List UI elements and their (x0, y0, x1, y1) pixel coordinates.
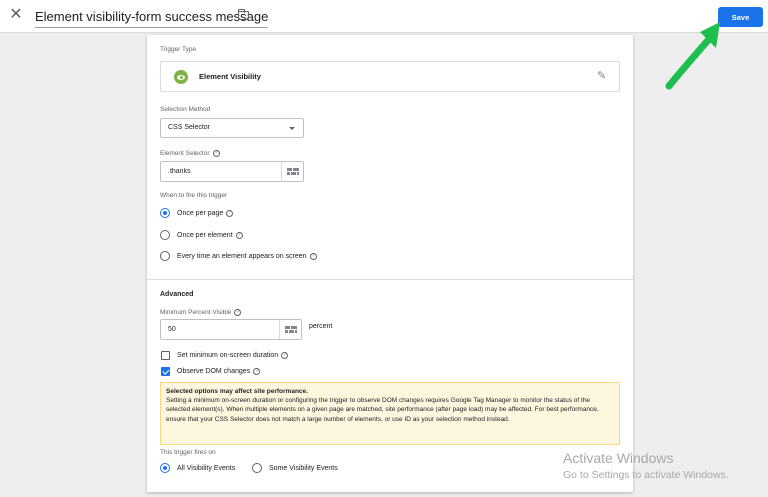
radio-label: Some Visibility Events (269, 464, 338, 472)
radio-all-visibility-events[interactable]: All Visibility Events (160, 463, 235, 473)
brick-icon (287, 168, 299, 175)
selection-method-label: Selection Method (160, 106, 211, 113)
when-to-fire-label: When to fire this trigger (160, 192, 228, 199)
dropdown-caret-icon (289, 127, 295, 130)
folder-icon[interactable] (237, 9, 249, 20)
trigger-type-selector[interactable]: Element Visibility ✎ (160, 61, 620, 92)
help-icon[interactable]: ? (281, 352, 289, 359)
min-percent-label: Minimum Percent Visible? (160, 309, 242, 317)
min-percent-input[interactable] (161, 320, 279, 339)
performance-warning: Selected options may affect site perform… (160, 382, 620, 445)
min-percent-label-text: Minimum Percent Visible (160, 309, 232, 317)
element-selector-label-text: Element Selector (160, 150, 210, 158)
fires-on-label: This trigger fires on (160, 449, 216, 456)
trigger-type-name: Element Visibility (199, 72, 261, 81)
radio-button[interactable] (160, 230, 170, 240)
selection-method-select[interactable]: CSS Selector (160, 118, 304, 138)
radio-once-per-element[interactable]: Once per element? (160, 230, 243, 240)
activation-watermark: Activate Windows Go to Settings to activ… (563, 450, 729, 481)
annotation-arrow (665, 22, 720, 90)
advanced-heading: Advanced (160, 291, 194, 298)
element-selector-label: Element Selector? (160, 150, 220, 157)
radio-once-per-page[interactable]: Once per page? (160, 208, 234, 218)
brick-icon (285, 326, 297, 333)
selection-method-value: CSS Selector (168, 124, 211, 131)
radio-label: Once per page (177, 209, 224, 217)
element-selector-input-wrap (160, 161, 304, 182)
trigger-type-label: Trigger Type (160, 46, 197, 53)
help-icon[interactable]: ? (212, 150, 220, 157)
radio-button[interactable] (160, 463, 170, 473)
checkbox-label: Observe DOM changes (177, 368, 251, 375)
radio-every-time[interactable]: Every time an element appears on screen? (160, 251, 317, 261)
warning-heading: Selected options may affect site perform… (166, 388, 308, 395)
warning-body: Setting a minimum on-screen duration or … (166, 397, 599, 423)
percent-unit: percent (309, 323, 333, 330)
radio-label: All Visibility Events (177, 464, 236, 472)
watermark-line-2: Go to Settings to activate Windows. (563, 469, 729, 481)
close-icon[interactable]: ✕ (9, 7, 23, 23)
help-icon[interactable]: ? (234, 309, 242, 316)
radio-button[interactable] (160, 251, 170, 261)
help-icon[interactable]: ? (226, 209, 234, 217)
section-divider (147, 279, 633, 280)
variable-picker-button[interactable] (281, 162, 303, 181)
element-selector-input[interactable] (161, 162, 279, 181)
help-icon[interactable]: ? (235, 231, 243, 239)
top-bar: ✕ Element visibility-form success messag… (0, 0, 768, 33)
watermark-line-1: Activate Windows (563, 450, 674, 466)
pencil-icon[interactable]: ✎ (597, 70, 609, 82)
variable-picker-button[interactable] (279, 320, 301, 339)
checkbox[interactable] (161, 367, 170, 376)
help-icon[interactable]: ? (309, 252, 317, 260)
checkbox[interactable] (161, 351, 170, 360)
radio-button[interactable] (252, 463, 262, 473)
checkbox-min-duration[interactable]: Set minimum on-screen duration? (161, 351, 289, 360)
eye-icon (174, 70, 188, 84)
radio-label: Once per element (177, 231, 233, 239)
checkbox-label: Set minimum on-screen duration (177, 352, 279, 359)
radio-label: Every time an element appears on screen (177, 252, 307, 260)
trigger-title[interactable]: Element visibility-form success message (35, 9, 269, 28)
radio-some-visibility-events[interactable]: Some Visibility Events (252, 463, 338, 473)
checkbox-observe-dom[interactable]: Observe DOM changes? (161, 367, 261, 376)
radio-button[interactable] (160, 208, 170, 218)
trigger-config-card: Trigger Type Element Visibility ✎ Select… (147, 35, 633, 492)
help-icon[interactable]: ? (253, 368, 261, 375)
min-percent-input-wrap (160, 319, 302, 340)
